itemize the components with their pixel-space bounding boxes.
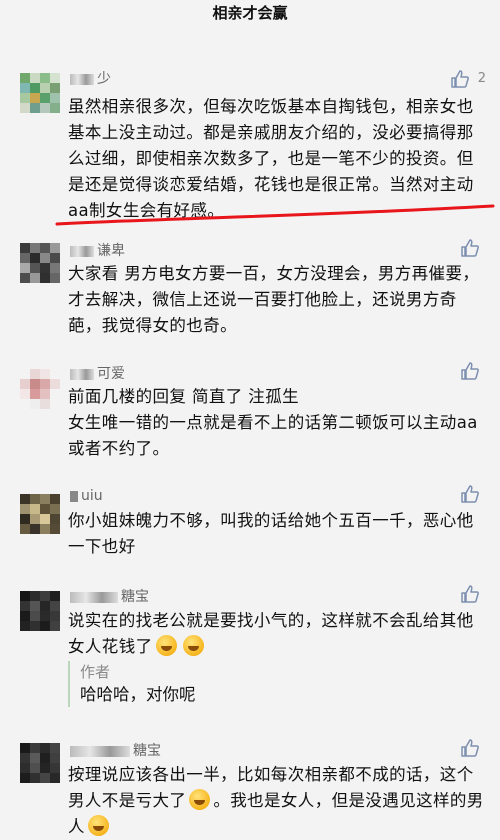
grinning-face-icon: [155, 635, 177, 656]
commenter-name[interactable]: 糖宝: [70, 740, 161, 760]
red-underline-annotation: [55, 204, 495, 226]
commenter-name[interactable]: 少: [70, 68, 111, 88]
thumbs-up-icon[interactable]: [460, 484, 480, 504]
grinning-face-icon: [87, 815, 109, 836]
commenter-name[interactable]: 糖宝: [70, 586, 149, 606]
author-label: 作者: [80, 663, 111, 681]
grinning-face-icon: [189, 789, 211, 810]
avatar[interactable]: [20, 494, 60, 534]
thumbs-up-icon[interactable]: [460, 361, 480, 381]
commenter-name[interactable]: 谦卑: [70, 240, 125, 260]
thumbs-up-icon[interactable]: [460, 238, 480, 258]
thumbs-up-icon[interactable]: [450, 69, 470, 89]
comment-text-body: 说实在的找老公就是要找小气的，这样就不会乱给其他女人花钱了: [68, 611, 474, 656]
page-title: 相亲才会赢: [0, 0, 500, 28]
comment-text: 大家看 男方电女方要一百，女方没理会，男方再催要，才去解决，微信上还说一百要打他…: [68, 264, 480, 335]
avatar[interactable]: [20, 591, 60, 631]
thumbs-up-icon[interactable]: [460, 584, 480, 604]
avatar[interactable]: [20, 369, 60, 409]
avatar[interactable]: [20, 73, 60, 113]
comment-text: 你小姐妹魄力不够，叫我的话给她个五百一千，恶心他一下也好: [68, 511, 474, 556]
avatar[interactable]: [20, 243, 60, 283]
avatar[interactable]: [20, 743, 60, 783]
comment-text: 前面几楼的回复 简直了 注孤生 女生唯一错的一点就是看不上的话第二顿饭可以主动a…: [68, 387, 478, 458]
grinning-face-icon: [182, 635, 204, 656]
author-reply: 作者 哈哈哈，对你呢: [68, 661, 470, 707]
commenter-name[interactable]: uiu: [70, 488, 103, 504]
comment-text: 说实在的找老公就是要找小气的，这样就不会乱给其他女人花钱了: [68, 608, 488, 660]
comment-text: 按理说应该各出一半，比如每次相亲都不成的话，这个男人不是亏大了 。我也是女人，但是…: [68, 762, 488, 840]
commenter-name[interactable]: 可爱: [70, 363, 125, 383]
like-count: 2: [477, 71, 486, 86]
author-reply-text: 哈哈哈，对你呢: [80, 685, 196, 704]
thumbs-up-icon[interactable]: [460, 738, 480, 758]
